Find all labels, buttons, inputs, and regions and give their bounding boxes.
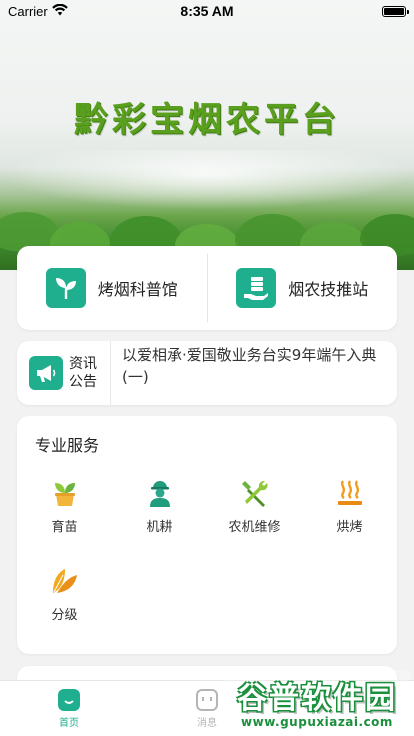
tab-label: 消息 (197, 718, 217, 729)
entry-label: 烤烟科普馆 (97, 280, 178, 299)
wifi-icon (51, 3, 68, 19)
services-title: 专业服务 (35, 436, 100, 455)
worker-icon (143, 476, 177, 510)
entry-label: 烟农技推站 (288, 280, 369, 299)
tab-label: 首页 (59, 718, 79, 729)
message-icon (196, 689, 218, 711)
service-machine-repair[interactable]: 农机维修 (207, 472, 302, 560)
seedling-pot-icon (48, 476, 82, 510)
status-bar: Carrier 8:35 AM (0, 0, 414, 22)
carrier-label: Carrier (8, 3, 48, 19)
service-seedling[interactable]: 育苗 (17, 472, 112, 560)
plant-sprout-icon (45, 268, 86, 308)
service-curing[interactable]: 烘烤 (302, 472, 397, 560)
site-watermark: 谷普软件园 www.gupuxiazai.com (224, 670, 410, 732)
service-label: 育苗 (51, 520, 78, 535)
notice-header: 资讯公告 (17, 341, 111, 405)
service-label: 农机维修 (228, 520, 281, 535)
entry-tech-station[interactable]: 烟农技推站 (208, 246, 398, 330)
notice-card[interactable]: 资讯公告 以爱相承·爱国敬业务台实9年端午入典(一) (17, 341, 397, 405)
quick-entry-card: 烤烟科普馆 烟农技推站 (17, 246, 397, 330)
megaphone-icon (29, 356, 63, 390)
banner-haze (0, 150, 414, 210)
services-card: 专业服务 育苗 机耕 农机维修 烘烤 分级 (17, 416, 397, 654)
service-label: 机耕 (146, 520, 173, 535)
banner-title: 黔彩宝烟农平台 (74, 100, 340, 140)
watermark-title: 谷普软件园 (237, 681, 397, 716)
entry-science-museum[interactable]: 烤烟科普馆 (17, 246, 207, 330)
status-time: 8:35 AM (180, 3, 234, 19)
hero-banner: 黔彩宝烟农平台 (0, 0, 414, 270)
service-label: 分级 (51, 608, 78, 623)
service-tillage[interactable]: 机耕 (112, 472, 207, 560)
notice-text: 以爱相承·爱国敬业务台实9年端午入典(一) (122, 346, 377, 386)
tab-home[interactable]: 首页 (0, 681, 138, 736)
service-label: 烘烤 (336, 520, 363, 535)
battery-icon (382, 5, 409, 17)
home-icon (58, 689, 80, 711)
notice-title: 资讯公告 (69, 356, 97, 390)
services-grid: 育苗 机耕 农机维修 烘烤 分级 (17, 472, 397, 648)
hand-stack-icon (236, 268, 277, 308)
tools-icon (238, 476, 272, 510)
service-grading[interactable]: 分级 (17, 560, 112, 648)
heat-icon (333, 476, 367, 510)
leaves-icon (48, 564, 82, 598)
watermark-url: www.gupuxiazai.com (241, 715, 393, 729)
